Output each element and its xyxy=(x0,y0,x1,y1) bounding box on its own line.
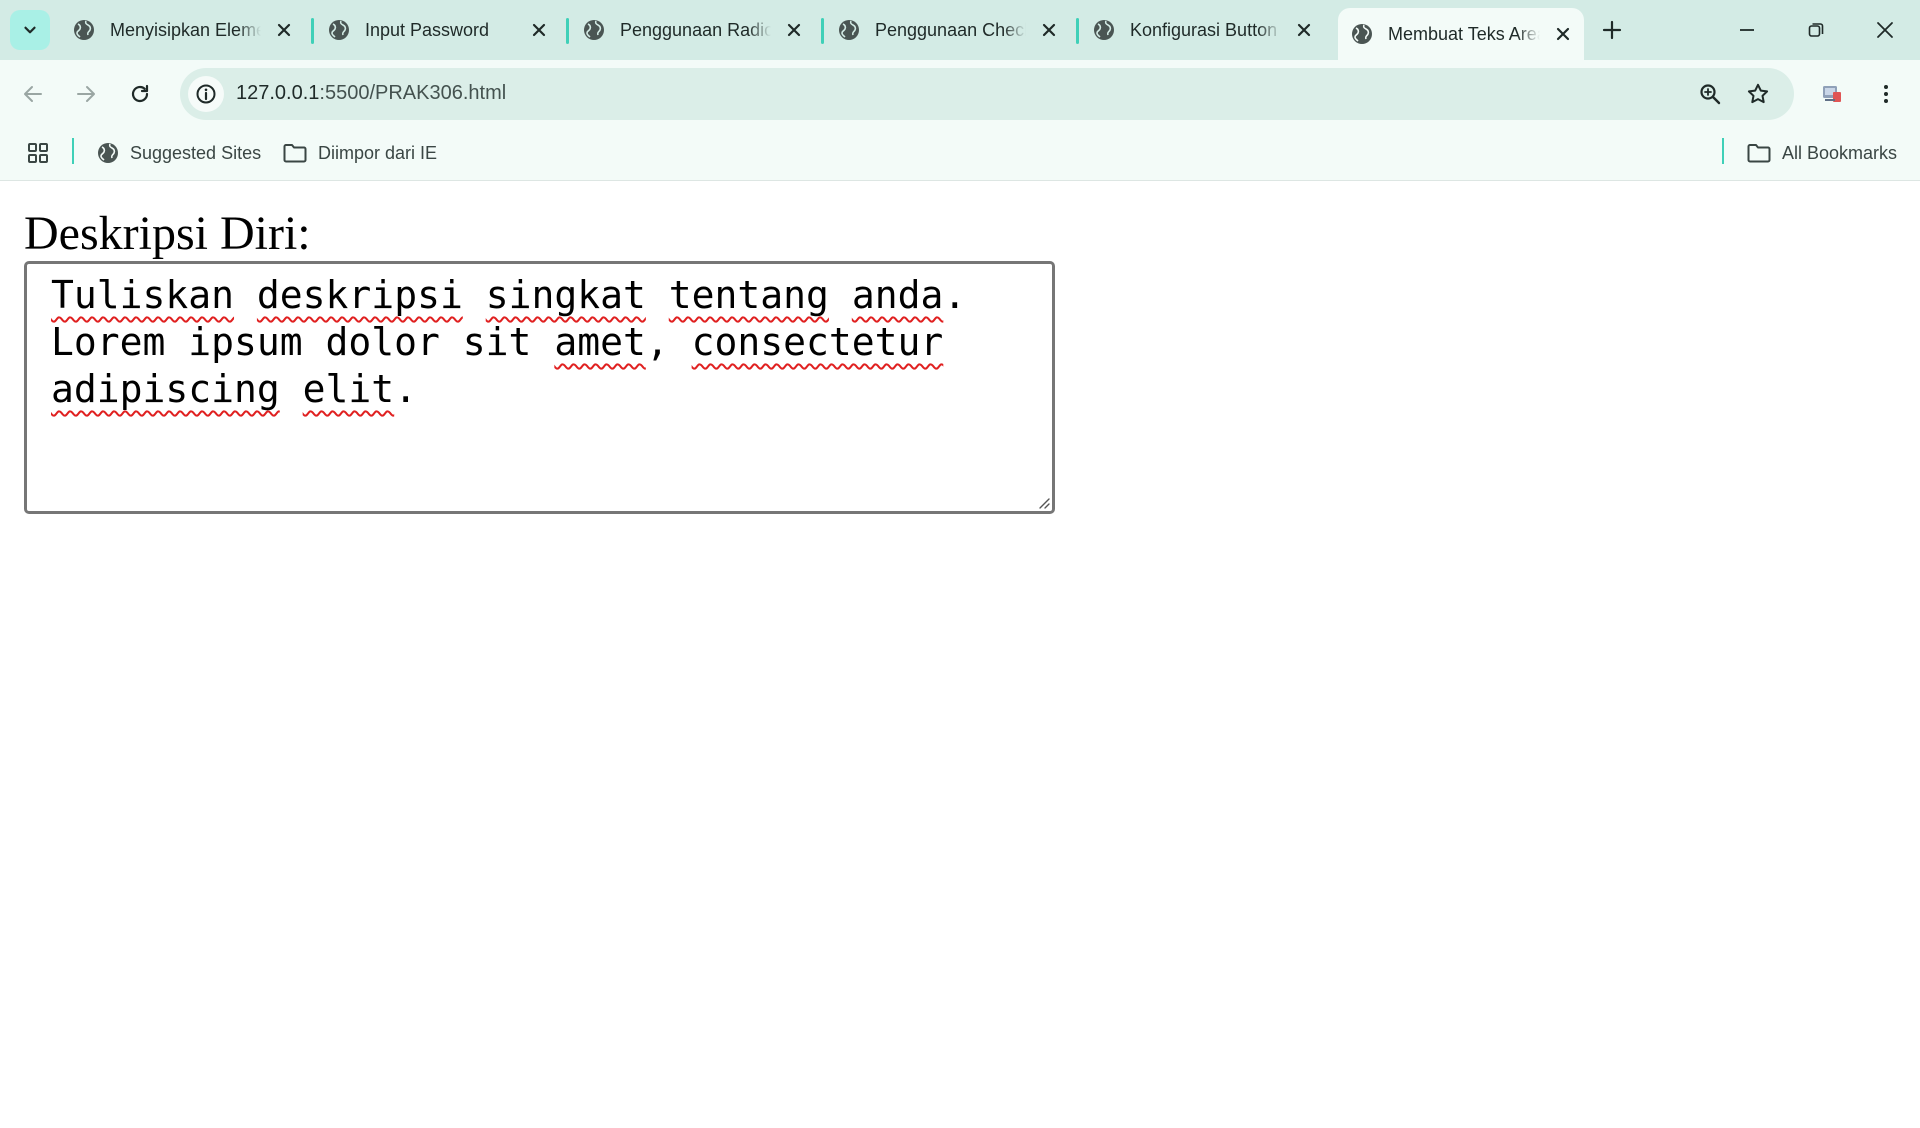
zoom-button[interactable] xyxy=(1694,78,1726,110)
zoom-icon xyxy=(1700,84,1721,105)
textarea-word: anda xyxy=(851,273,944,317)
info-icon xyxy=(196,84,216,104)
reload-icon xyxy=(131,84,149,103)
tab-separator xyxy=(566,18,569,44)
description-label: Deskripsi Diri: xyxy=(24,207,311,260)
globe-icon xyxy=(1094,20,1114,40)
extension-button[interactable] xyxy=(1814,76,1850,112)
globe-icon xyxy=(1352,24,1372,44)
tab-close-button[interactable] xyxy=(1036,17,1062,43)
globe-icon xyxy=(584,20,604,40)
tab-menyisipkan-elemen[interactable]: Menyisipkan Elemen xyxy=(60,10,305,50)
tab-close-button[interactable] xyxy=(271,17,297,43)
close-icon xyxy=(1297,23,1311,37)
tab-title: Penggunaan Checkbox xyxy=(875,19,1026,40)
folder-icon xyxy=(283,144,307,163)
close-icon xyxy=(277,23,291,37)
tab-close-button[interactable] xyxy=(1291,17,1317,43)
close-icon xyxy=(1877,22,1893,38)
url-text[interactable]: 127.0.0.1:5500/PRAK306.html xyxy=(236,82,506,105)
textarea-word: tentang xyxy=(668,273,829,317)
arrow-right-icon xyxy=(77,86,95,102)
chevron-down-icon xyxy=(24,26,36,34)
textarea-text: , xyxy=(645,320,669,364)
tab-close-button[interactable] xyxy=(781,17,807,43)
bookmark-separator xyxy=(1722,138,1724,164)
arrow-left-icon xyxy=(24,86,42,102)
minimize-icon xyxy=(1740,29,1754,31)
kebab-menu-icon xyxy=(1884,85,1888,103)
tab-input-password[interactable]: Input Password xyxy=(315,10,560,50)
tab-penggunaan-radio[interactable]: Penggunaan Radio xyxy=(570,10,815,50)
description-textarea[interactable]: Tuliskan deskripsi singkat tentang anda.… xyxy=(24,261,1055,514)
bookmarks-bar: Suggested Sites Diimpor dari IE All Book… xyxy=(0,128,1920,181)
tab-close-button[interactable] xyxy=(526,17,552,43)
url-host: 127.0.0.1 xyxy=(236,82,320,104)
globe-icon xyxy=(839,20,859,40)
textarea-word: amet xyxy=(554,320,646,364)
textarea-content: Tuliskan deskripsi singkat tentang anda.… xyxy=(51,272,1028,413)
tab-title: Membuat Teks Area xyxy=(1388,23,1540,44)
apps-button[interactable] xyxy=(26,138,60,168)
close-icon xyxy=(1042,23,1056,37)
textarea-text: . xyxy=(394,367,418,411)
bookmark-label: Diimpor dari IE xyxy=(318,142,438,163)
back-button[interactable] xyxy=(15,76,51,112)
textarea-word: elit xyxy=(302,367,395,411)
bookmark-label: All Bookmarks xyxy=(1782,142,1898,163)
globe-icon xyxy=(74,20,94,40)
tab-penggunaan-checkbox[interactable]: Penggunaan Checkbox xyxy=(825,10,1070,50)
tab-membuat-teks-area[interactable]: Membuat Teks Area xyxy=(1338,8,1584,60)
tab-strip: Menyisipkan Elemen Input Password Penggu… xyxy=(0,0,1920,60)
tab-close-button[interactable] xyxy=(1550,21,1576,47)
apps-grid-icon xyxy=(28,143,48,163)
close-icon xyxy=(532,23,546,37)
close-icon xyxy=(1556,27,1570,41)
page-content: Deskripsi Diri: Tuliskan deskripsi singk… xyxy=(0,181,1920,1128)
textarea-word: adipiscing xyxy=(51,367,280,411)
forward-button[interactable] xyxy=(68,76,104,112)
tab-search-button[interactable] xyxy=(10,10,50,50)
extension-icon xyxy=(1823,86,1841,102)
textarea-word: consectetur xyxy=(691,320,944,364)
tab-konfigurasi-button[interactable]: Konfigurasi Button xyxy=(1080,10,1325,50)
browser-menu-button[interactable] xyxy=(1868,76,1904,112)
close-icon xyxy=(787,23,801,37)
folder-icon xyxy=(1747,144,1771,163)
reload-button[interactable] xyxy=(122,76,158,112)
tab-title: Penggunaan Radio xyxy=(620,19,771,40)
url-path: :5500/PRAK306.html xyxy=(319,82,507,104)
bookmark-separator xyxy=(72,138,74,164)
tab-separator xyxy=(311,18,314,44)
new-tab-button[interactable] xyxy=(1596,14,1628,46)
address-bar[interactable]: 127.0.0.1:5500/PRAK306.html xyxy=(180,68,1794,120)
browser-toolbar: 127.0.0.1:5500/PRAK306.html xyxy=(0,60,1920,128)
textarea-text: . xyxy=(943,273,967,317)
all-bookmarks-button[interactable]: All Bookmarks xyxy=(1746,138,1897,168)
minimize-button[interactable] xyxy=(1724,8,1770,52)
tab-title: Input Password xyxy=(365,19,490,40)
globe-icon xyxy=(329,20,349,40)
bookmark-folder-imported[interactable]: Diimpor dari IE xyxy=(282,138,437,168)
resize-grip-icon[interactable] xyxy=(1036,495,1050,509)
textarea-word: deskripsi xyxy=(256,273,463,317)
site-info-button[interactable] xyxy=(188,76,224,112)
restore-button[interactable] xyxy=(1793,8,1839,52)
bookmark-suggested-sites[interactable]: Suggested Sites xyxy=(96,138,261,168)
bookmark-star-button[interactable] xyxy=(1742,78,1774,110)
close-window-button[interactable] xyxy=(1862,8,1908,52)
globe-icon xyxy=(98,143,118,163)
tab-title: Konfigurasi Button xyxy=(1130,19,1278,40)
bookmark-label: Suggested Sites xyxy=(130,142,262,163)
tab-separator xyxy=(821,18,824,44)
tab-title: Menyisipkan Elemen xyxy=(110,19,261,40)
restore-icon xyxy=(1808,23,1824,37)
textarea-word: singkat xyxy=(485,273,646,317)
textarea-word: Tuliskan xyxy=(51,273,235,317)
star-icon xyxy=(1747,83,1769,104)
tab-separator xyxy=(1076,18,1079,44)
textarea-text: Lorem ipsum dolor sit xyxy=(51,320,532,364)
plus-icon xyxy=(1602,20,1622,40)
